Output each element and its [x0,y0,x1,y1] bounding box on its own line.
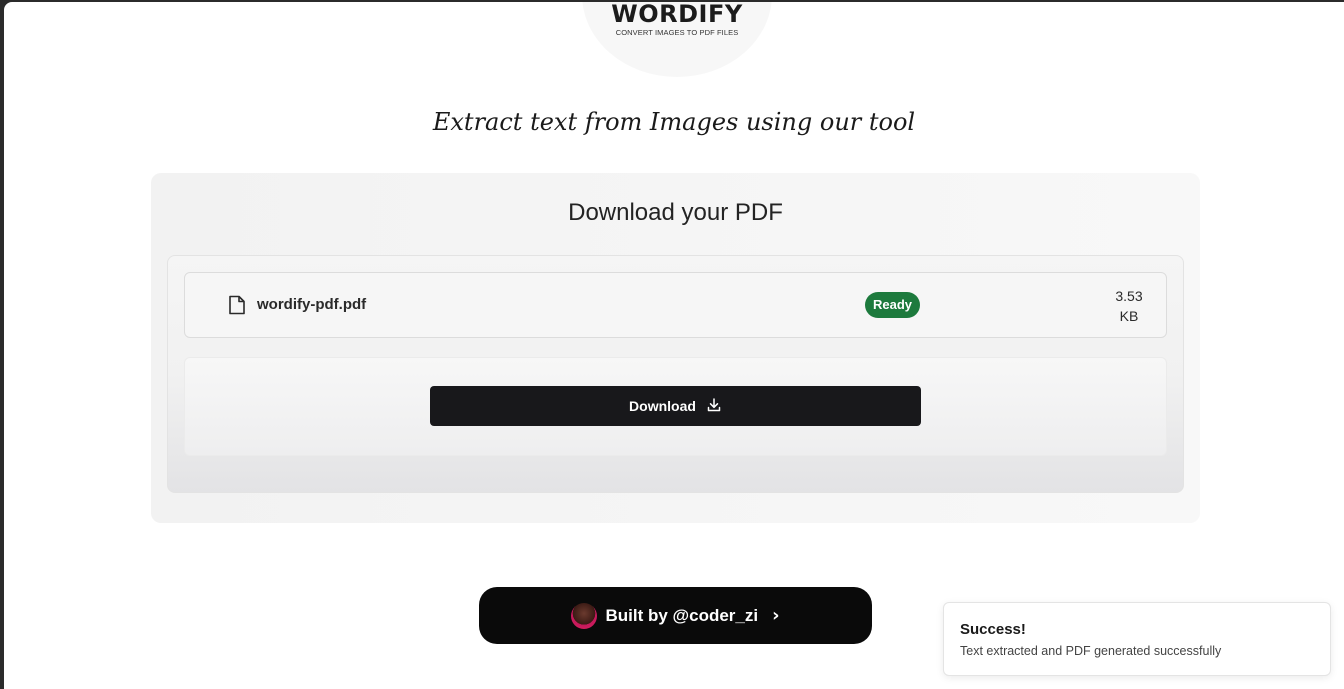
success-toast: Success! Text extracted and PDF generate… [943,602,1331,676]
toast-title: Success! [960,621,1026,638]
download-button[interactable]: Download [430,386,921,426]
file-size-value: 3.53 [1115,288,1143,304]
file-size-unit: KB [1119,308,1139,324]
chevron-right-icon: › [772,605,780,626]
page-tagline: Extract text from Images using our tool [432,108,916,136]
download-panel: wordify-pdf.pdf Ready 3.53 KB Download [167,255,1184,493]
file-size: 3.53 KB [1104,286,1154,326]
file-icon [228,295,246,315]
toast-message: Text extracted and PDF generated success… [960,644,1222,658]
logo-subtitle: CONVERT IMAGES TO PDF FILES [615,28,739,37]
status-badge: Ready [865,292,920,318]
file-row: wordify-pdf.pdf Ready 3.53 KB [184,272,1167,338]
download-icon [706,397,722,416]
built-by-button[interactable]: Built by @coder_zi › [479,587,872,644]
logo-title: WORDIFY [611,2,743,28]
built-by-label: Built by @coder_zi [605,605,759,625]
avatar [571,602,598,629]
page-viewport: WORDIFY CONVERT IMAGES TO PDF FILES Extr… [4,2,1344,689]
download-area: Download [184,357,1167,456]
card-title: Download your PDF [568,199,783,226]
download-card: Download your PDF wordify-pdf.pdf Ready … [151,173,1200,523]
file-name: wordify-pdf.pdf [257,296,367,313]
download-button-label: Download [629,398,696,414]
